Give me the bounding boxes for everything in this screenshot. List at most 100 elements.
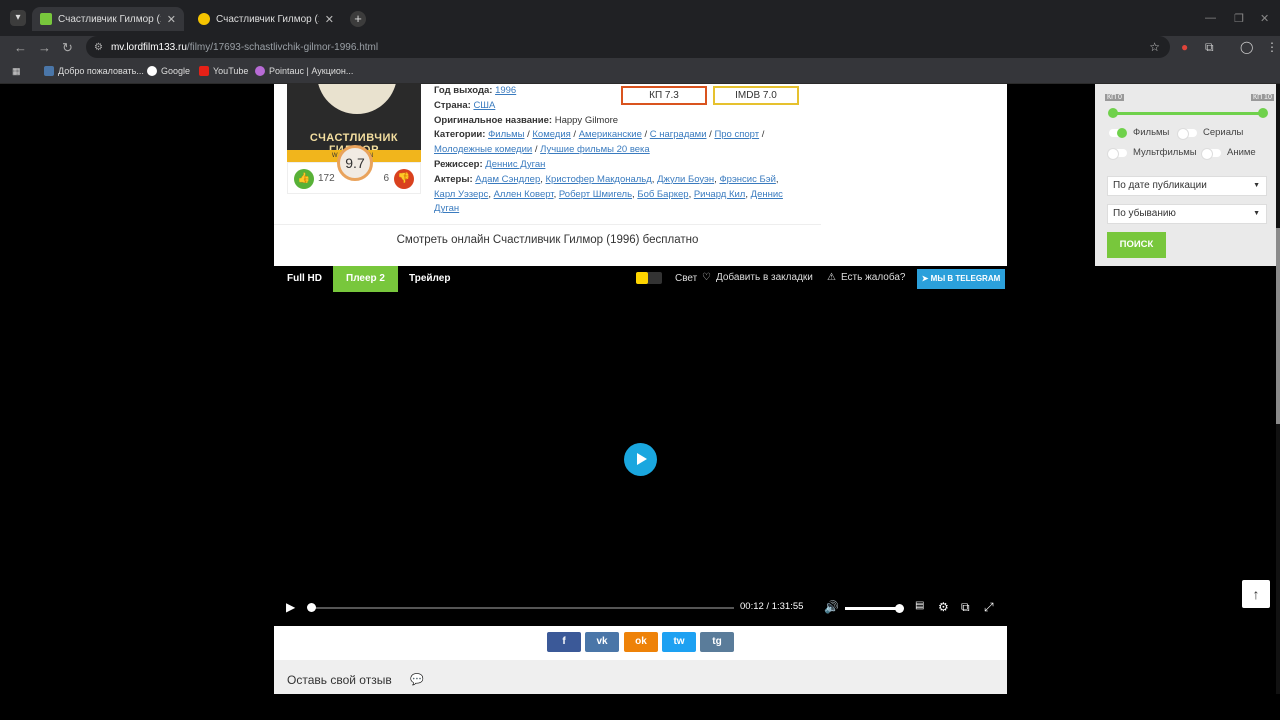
range-min-handle[interactable] (1108, 108, 1118, 118)
filter-sidebar: КП 0 КП 10 Фильмы Сериалы Мультфильмы Ан… (1095, 84, 1280, 266)
menu-kebab-icon[interactable]: ⋮ (1266, 40, 1278, 54)
share-facebook-button[interactable]: f (547, 632, 581, 652)
close-tab-icon[interactable]: ✕ (167, 13, 176, 26)
url-host: mv.lordfilm133.ru (110, 41, 187, 53)
category-link[interactable]: С наградами (650, 129, 707, 140)
volume-icon[interactable]: 🔊 (824, 600, 839, 614)
tab-trailer[interactable]: Трейлер (396, 266, 463, 292)
range-max-handle[interactable] (1258, 108, 1268, 118)
forward-icon[interactable]: → (38, 40, 51, 55)
video-player[interactable]: ▶ 00:12 / 1:31:55 🔊 ▤ ⚙ ⧉ ⤢ (274, 292, 1007, 626)
toggle-switch[interactable] (1109, 127, 1127, 138)
share-ok-button[interactable]: ok (624, 632, 658, 652)
fullscreen-icon[interactable]: ⤢ (984, 600, 994, 615)
extension-icon[interactable]: ● (1181, 40, 1188, 54)
director-link[interactable]: Деннис Дуган (485, 159, 545, 170)
thumbs-up-icon[interactable]: 👍 (294, 169, 314, 189)
restore-icon[interactable]: ❐ (1234, 12, 1244, 25)
search-button[interactable]: ПОИСК (1107, 232, 1166, 258)
browser-tab-active[interactable]: Счастливчик Гилмор (1996) с ✕ (32, 7, 184, 31)
category-link[interactable]: Про спорт (714, 129, 759, 140)
meta-categories: Категории: Фильмы / Комедия / Американск… (434, 129, 765, 156)
bookmark-vk[interactable]: Добро пожаловать... (44, 66, 144, 76)
bookmark-pointauc[interactable]: Pointauc | Аукцион... (255, 66, 353, 76)
site-favicon-icon (40, 13, 52, 25)
volume-slider[interactable] (845, 604, 904, 613)
chevron-down-icon: ▼ (1253, 210, 1260, 217)
toggle-anime[interactable]: Аниме (1201, 147, 1256, 160)
tab-player-2[interactable]: Плеер 2 (333, 266, 398, 292)
scroll-to-top-button[interactable]: ↑ (1242, 580, 1270, 608)
category-link[interactable]: Лучшие фильмы 20 века (540, 144, 650, 155)
thumbs-down-icon[interactable]: 👎 (394, 169, 414, 189)
twitter-icon: tw (673, 636, 685, 647)
back-icon[interactable]: ← (14, 40, 27, 55)
tab-search-button[interactable]: ▾ (10, 10, 26, 26)
actor-link[interactable]: Аллен Коверт (494, 189, 554, 200)
big-play-icon[interactable] (624, 443, 657, 476)
add-bookmark-button[interactable]: ♡ Добавить в закладки (702, 272, 813, 283)
toggle-switch[interactable] (1177, 127, 1197, 140)
seek-handle[interactable] (306, 603, 316, 612)
rating-range-slider[interactable] (1113, 112, 1263, 115)
category-link[interactable]: Американские (579, 129, 642, 140)
bookmark-google[interactable]: Google (147, 66, 190, 76)
order-select[interactable]: По убыванию ▼ (1107, 204, 1267, 224)
extensions-puzzle-icon[interactable]: ⧉ (1205, 40, 1214, 55)
close-window-icon[interactable]: ✕ (1260, 12, 1269, 25)
toggle-cartoons[interactable]: Мультфильмы (1107, 147, 1197, 160)
bookmark-youtube[interactable]: YouTube (199, 66, 248, 76)
page-scrollbar[interactable] (1276, 84, 1280, 694)
actor-link[interactable]: Фрэнсис Бэй (719, 174, 775, 185)
close-tab-icon[interactable]: ✕ (325, 13, 334, 26)
complaint-button[interactable]: ⚠ Есть жалоба? (827, 272, 905, 283)
sort-by-select[interactable]: По дате публикации ▼ (1107, 176, 1267, 196)
profile-icon[interactable]: ◯ (1240, 40, 1253, 54)
reload-icon[interactable]: ↻ (62, 40, 73, 56)
light-toggle[interactable]: Свет (636, 272, 697, 284)
seek-bar[interactable] (306, 603, 734, 612)
play-icon[interactable]: ▶ (286, 600, 295, 614)
popout-icon[interactable]: ⧉ (961, 600, 970, 615)
toggle-switch[interactable] (1107, 147, 1127, 160)
actor-link[interactable]: Джули Боуэн (657, 174, 714, 185)
url-input[interactable]: ⚙ mv.lordfilm133.ru/filmy/17693-schastli… (86, 36, 1170, 58)
new-tab-button[interactable]: + (350, 11, 366, 27)
toggle-series[interactable]: Сериалы (1177, 127, 1243, 140)
site-info-icon[interactable]: ⚙ (94, 42, 103, 53)
browser-tab-bar: ▾ Счастливчик Гилмор (1996) с ✕ Счастлив… (0, 0, 1280, 36)
browser-tab[interactable]: Счастливчик Гилмор (1996) – ✕ (190, 7, 342, 31)
odnoklassniki-icon: ok (635, 636, 647, 647)
actor-link[interactable]: Адам Сэндлер (475, 174, 540, 185)
share-twitter-button[interactable]: tw (662, 632, 696, 652)
share-vk-button[interactable]: vk (585, 632, 619, 652)
meta-original-title: Оригинальное название: Happy Gilmore (434, 114, 619, 126)
scrollbar-thumb[interactable] (1276, 228, 1280, 424)
actor-link[interactable]: Роберт Шмигель (559, 189, 632, 200)
tab-full-hd[interactable]: Full HD (274, 266, 335, 292)
minimize-icon[interactable]: — (1205, 12, 1216, 24)
toggle-films[interactable]: Фильмы (1109, 127, 1169, 138)
actor-link[interactable]: Ричард Кил (694, 189, 746, 200)
category-link[interactable]: Фильмы (488, 129, 524, 140)
category-link[interactable]: Молодежные комедии (434, 144, 532, 155)
apps-grid-icon[interactable]: ▦ (12, 66, 21, 77)
year-link[interactable]: 1996 (495, 85, 516, 96)
movie-info-panel: СЧАСТЛИВЧИК ГИЛМОР WIDE IN 9.7 👍 172 6 👎… (274, 84, 1280, 266)
actor-link[interactable]: Боб Баркер (637, 189, 688, 200)
toggle-switch[interactable] (1201, 147, 1221, 160)
light-switch[interactable] (636, 272, 662, 284)
category-link[interactable]: Комедия (532, 129, 570, 140)
subtitles-icon[interactable]: ▤ (915, 600, 924, 611)
country-link[interactable]: США (473, 100, 495, 111)
volume-handle[interactable] (895, 604, 904, 613)
comments-icon: 💬 (410, 674, 424, 686)
vk-icon (44, 66, 54, 76)
share-telegram-button[interactable]: tg (700, 632, 734, 652)
bookmark-star-icon[interactable]: ☆ (1149, 40, 1160, 54)
actor-link[interactable]: Карл Уэзерс (434, 189, 488, 200)
actor-link[interactable]: Кристофер Макдональд (546, 174, 652, 185)
telegram-button[interactable]: ➤ МЫ В TELEGRAM (917, 269, 1005, 289)
settings-gear-icon[interactable]: ⚙ (938, 600, 949, 614)
url-path: /filmy/17693-schastlivchik-gilmor-1996.h… (186, 41, 379, 53)
